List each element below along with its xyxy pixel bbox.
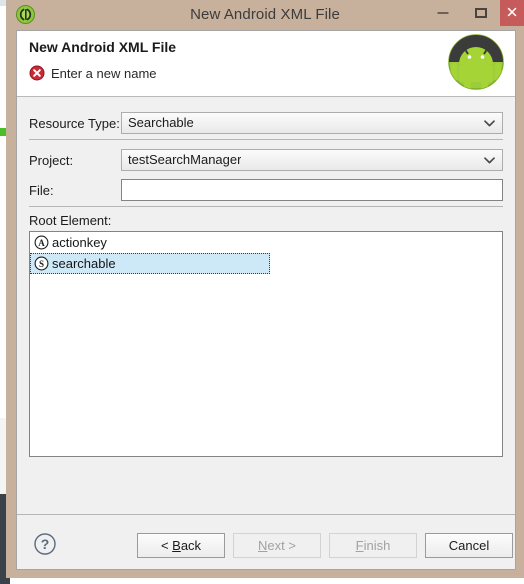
close-button[interactable]: ✕ xyxy=(500,0,524,26)
back-mnemonic: B xyxy=(172,538,181,553)
dialog-content: New Android XML File Enter a new name Re… xyxy=(16,30,516,570)
list-item-label: actionkey xyxy=(52,235,107,250)
wizard-header: New Android XML File Enter a new name xyxy=(17,31,515,97)
finish-mnemonic: F xyxy=(355,538,364,553)
status-message-row: Enter a new name xyxy=(29,65,157,81)
resource-type-dropdown[interactable]: Searchable xyxy=(121,112,503,134)
cancel-button[interactable]: Cancel xyxy=(425,533,513,558)
list-item[interactable]: A actionkey xyxy=(30,232,502,253)
element-searchable-icon: S xyxy=(34,256,49,271)
chevron-down-icon xyxy=(484,151,495,169)
finish-rest: inish xyxy=(363,538,391,553)
project-label: Project: xyxy=(29,153,74,168)
svg-text:S: S xyxy=(39,259,44,269)
finish-button[interactable]: Finish xyxy=(329,533,417,558)
dialog-window: New Android XML File ✕ New Android XML F… xyxy=(6,0,524,578)
next-button[interactable]: Next > xyxy=(233,533,321,558)
help-icon[interactable]: ? xyxy=(33,532,57,556)
element-actionkey-icon: A xyxy=(34,235,49,250)
back-button[interactable]: < Back xyxy=(137,533,225,558)
error-icon xyxy=(29,65,45,81)
list-item[interactable]: S searchable xyxy=(30,253,270,274)
back-rest: ack xyxy=(180,538,202,553)
minimize-button[interactable] xyxy=(424,0,462,26)
next-mnemonic: N xyxy=(258,538,268,553)
svg-text:?: ? xyxy=(41,536,50,552)
root-element-list[interactable]: A actionkey S searchable xyxy=(29,231,503,457)
section-divider-2 xyxy=(29,206,503,207)
project-dropdown[interactable]: testSearchManager xyxy=(121,149,503,171)
svg-text:A: A xyxy=(38,238,45,248)
resource-type-label: Resource Type: xyxy=(29,116,120,131)
maximize-icon xyxy=(475,8,487,18)
file-input[interactable] xyxy=(121,179,503,201)
close-icon: ✕ xyxy=(505,4,519,22)
resource-type-value: Searchable xyxy=(128,115,194,130)
maximize-button[interactable] xyxy=(462,0,500,26)
android-logo xyxy=(447,33,505,91)
file-label: File: xyxy=(29,183,54,198)
project-value: testSearchManager xyxy=(128,152,242,167)
list-item-label: searchable xyxy=(52,256,116,271)
back-prefix: < xyxy=(160,538,173,553)
next-rest: ext > xyxy=(267,538,296,553)
button-bar-divider xyxy=(17,514,515,515)
status-message: Enter a new name xyxy=(51,65,157,81)
minimize-icon xyxy=(437,12,449,14)
page-title: New Android XML File xyxy=(29,39,177,55)
chevron-down-icon xyxy=(484,114,495,132)
root-element-label: Root Element: xyxy=(29,213,112,228)
cancel-rest: Cancel xyxy=(448,538,490,553)
section-divider-1 xyxy=(29,139,503,140)
title-bar[interactable]: New Android XML File ✕ xyxy=(6,0,524,30)
